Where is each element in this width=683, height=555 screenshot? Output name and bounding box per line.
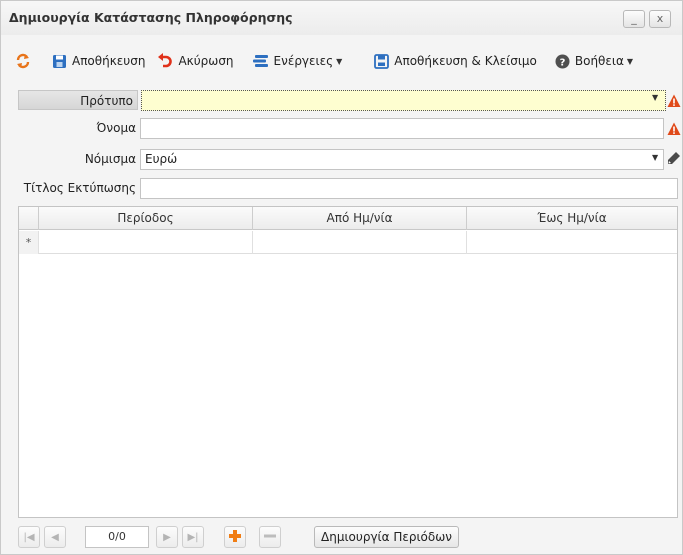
toolbar: Αποθήκευση Ακύρωση Ενέργειες ▼ Αποθήκευσ… (9, 43, 677, 79)
floppy-disk-icon (52, 54, 67, 69)
first-page-icon: |◀ (23, 531, 35, 543)
actions-label: Ενέργειες (273, 54, 334, 68)
close-icon: x (656, 12, 664, 25)
save-close-label: Αποθήκευση & Κλείσιμο (394, 54, 537, 68)
cancel-button[interactable]: Ακύρωση (151, 49, 239, 73)
print-title-input[interactable] (140, 178, 678, 199)
chevron-down-icon: ▼ (626, 56, 634, 66)
first-page-button[interactable]: |◀ (18, 526, 40, 548)
save-and-close-button[interactable]: Αποθήκευση & Κλείσιμο (368, 49, 543, 73)
svg-text:?: ? (559, 57, 565, 68)
help-label: Βοήθεια (574, 54, 624, 68)
minimize-icon: _ (631, 12, 637, 25)
refresh-button[interactable] (9, 49, 46, 73)
periods-grid: Περίοδος Από Ημ/νία Έως Ημ/νία * (18, 206, 678, 518)
column-header-to-date[interactable]: Έως Ημ/νία (467, 207, 677, 230)
grid-header: Περίοδος Από Ημ/νία Έως Ημ/νία (19, 207, 677, 230)
previous-page-icon: ◀ (51, 531, 59, 543)
name-label: Όνομα (96, 121, 136, 135)
new-row-to-date-cell[interactable] (467, 231, 677, 254)
grid-pager: |◀ ◀ 0/0 ▶ ▶| Δημιουργία Περιόδων (18, 526, 678, 550)
help-icon: ? (555, 54, 570, 69)
new-row-from-date-cell[interactable] (253, 231, 467, 254)
minimize-button[interactable]: _ (623, 10, 645, 28)
template-dropdown-icon[interactable]: ▼ (652, 93, 658, 102)
currency-dropdown-icon[interactable]: ▼ (652, 153, 658, 162)
previous-page-button[interactable]: ◀ (44, 526, 66, 548)
print-title-label: Τίτλος Εκτύπωσης (23, 181, 136, 195)
remove-row-button[interactable] (259, 526, 281, 548)
close-button[interactable]: x (649, 10, 671, 28)
template-combobox[interactable] (141, 90, 666, 111)
last-page-button[interactable]: ▶| (182, 526, 204, 548)
pencil-edit-icon[interactable] (667, 151, 681, 168)
save-button[interactable]: Αποθήκευση (46, 49, 151, 73)
undo-icon (157, 53, 173, 69)
add-row-button[interactable] (224, 526, 246, 548)
currency-value: Ευρώ (145, 152, 178, 166)
name-input[interactable] (140, 118, 664, 139)
actions-list-icon (252, 54, 269, 68)
title-bar: Δημιουργία Κατάστασης Πληροφόρησης _ x (1, 1, 682, 35)
new-row[interactable]: * (19, 231, 677, 254)
new-row-marker: * (19, 231, 39, 254)
page-number-input[interactable]: 0/0 (85, 526, 149, 548)
next-page-icon: ▶ (163, 531, 171, 543)
new-row-period-cell[interactable] (39, 231, 253, 254)
save-label: Αποθήκευση (72, 54, 146, 68)
create-report-window: Δημιουργία Κατάστασης Πληροφόρησης _ x Α… (0, 0, 683, 555)
minus-icon (263, 529, 277, 546)
chevron-down-icon: ▼ (336, 56, 343, 66)
column-header-from-date[interactable]: Από Ημ/νία (253, 207, 467, 230)
create-periods-button[interactable]: Δημιουργία Περιόδων (314, 526, 459, 548)
refresh-icon (15, 53, 31, 69)
template-warning-icon (667, 94, 681, 108)
currency-combobox[interactable]: Ευρώ (140, 149, 664, 170)
template-label: Πρότυπο (18, 90, 138, 110)
name-warning-icon (667, 122, 681, 136)
window-title: Δημιουργία Κατάστασης Πληροφόρησης (9, 10, 293, 25)
save-close-icon (374, 53, 390, 69)
currency-label: Νόμισμα (84, 152, 136, 166)
actions-menu-button[interactable]: Ενέργειες ▼ (246, 49, 349, 73)
column-header-period[interactable]: Περίοδος (39, 207, 253, 230)
plus-icon (228, 529, 242, 546)
next-page-button[interactable]: ▶ (156, 526, 178, 548)
last-page-icon: ▶| (187, 531, 199, 543)
cancel-label: Ακύρωση (178, 54, 234, 68)
help-menu-button[interactable]: ? Βοήθεια ▼ (549, 49, 639, 73)
row-indicator-header (19, 207, 39, 230)
